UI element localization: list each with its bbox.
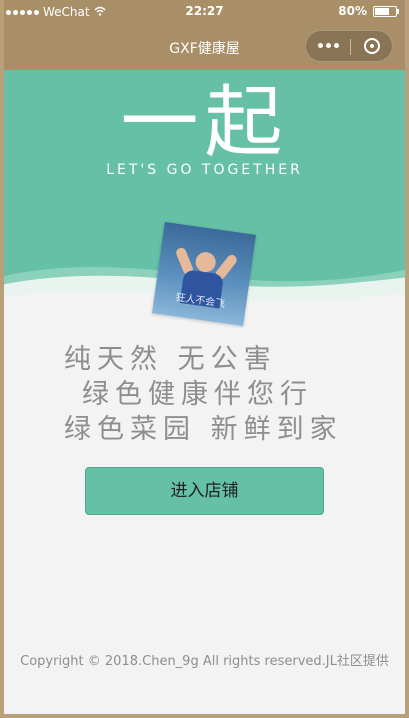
battery-area: 80%	[338, 4, 399, 18]
slogan-line-1: 纯天然 无公害	[64, 344, 277, 375]
copyright-footer: Copyright © 2018.Chen_9g All rights rese…	[20, 654, 389, 669]
more-icon[interactable]	[318, 43, 339, 48]
status-bar: WeChat 22:27 80%	[0, 0, 409, 24]
avatar-image: 狂人不会飞	[152, 222, 256, 326]
avatar-figure-head	[194, 250, 217, 274]
slogan-line-3: 绿色菜园 新鲜到家	[64, 414, 343, 445]
hero-tagline: LET'S GO TOGETHER	[106, 162, 303, 178]
capsule-divider	[350, 39, 351, 55]
nav-bar: GXF健康屋	[0, 24, 409, 70]
slogan-line-2: 绿色健康伴您行	[82, 379, 313, 410]
hero-heading: 一起	[120, 78, 289, 168]
mini-program-capsule	[305, 30, 393, 62]
enter-store-button[interactable]: 进入店铺	[85, 467, 324, 515]
close-target-icon[interactable]	[364, 38, 380, 54]
battery-icon	[373, 5, 399, 17]
battery-percent: 80%	[338, 4, 367, 18]
